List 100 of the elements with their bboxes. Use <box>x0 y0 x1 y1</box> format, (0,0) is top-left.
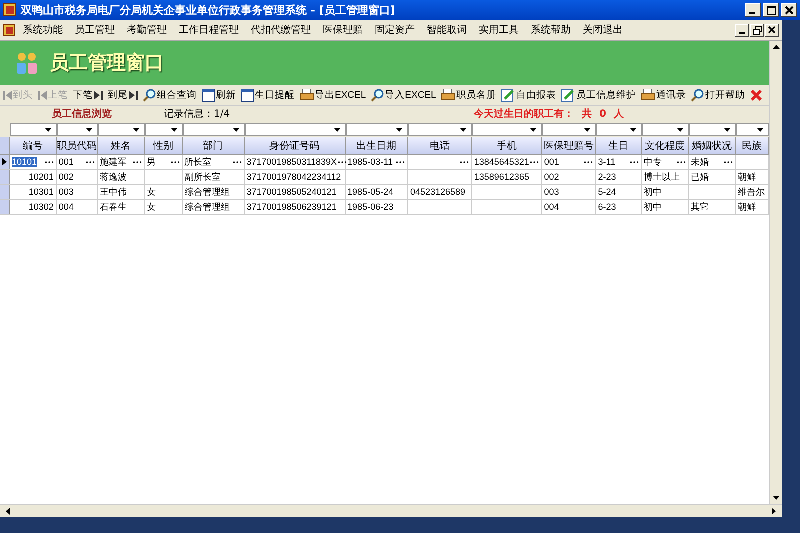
filter-dropdown[interactable] <box>56 123 98 136</box>
toolbar-button[interactable]: 下笔 <box>72 88 104 102</box>
table-cell: 10101 <box>12 157 38 167</box>
table-cell: 371700198505240121 <box>246 187 337 197</box>
scroll-left-icon <box>6 508 10 514</box>
ellipsis-icon[interactable] <box>132 160 142 164</box>
toolbar-button[interactable]: 刷新 <box>201 88 237 102</box>
filter-dropdown[interactable] <box>144 123 183 136</box>
dropdown-arrow-icon <box>232 128 240 132</box>
filter-dropdown[interactable] <box>10 123 57 136</box>
table-cell: 371700198506239121 <box>246 202 337 212</box>
toolbar-button[interactable]: 到尾 <box>107 88 139 102</box>
column-header[interactable]: 出生日期 <box>346 137 408 154</box>
horizontal-scrollbar[interactable] <box>0 504 782 517</box>
menu-item[interactable]: 实用工具 <box>475 23 527 37</box>
ellipsis-icon[interactable] <box>530 160 540 164</box>
table-cell: 10201 <box>28 172 54 182</box>
ellipsis-icon[interactable] <box>677 160 686 164</box>
column-header[interactable]: 身份证号码 <box>244 137 346 154</box>
scroll-right-icon <box>772 508 776 514</box>
table-cell: 女 <box>146 200 156 214</box>
vertical-scrollbar[interactable] <box>769 41 782 504</box>
ellipsis-icon[interactable] <box>170 160 180 164</box>
table-cell: 未婚 <box>691 156 710 168</box>
printer-icon <box>300 88 314 102</box>
filter-dropdown[interactable] <box>689 123 736 136</box>
document-edit-icon <box>501 88 516 102</box>
table-cell: 蒋逸波 <box>100 170 127 184</box>
table-cell: 1985-06-23 <box>348 202 394 212</box>
dropdown-arrow-icon <box>44 128 52 132</box>
toolbar-button[interactable]: 职员名册 <box>440 88 498 102</box>
first-record-icon <box>3 90 12 100</box>
filter-dropdown[interactable] <box>736 123 769 136</box>
menu-item[interactable]: 医保理赔 <box>319 23 371 37</box>
dropdown-arrow-icon <box>170 128 178 132</box>
filter-dropdown[interactable] <box>596 123 642 136</box>
filter-dropdown[interactable] <box>642 123 690 136</box>
close-icon[interactable] <box>751 90 762 100</box>
menu-item[interactable]: 员工管理 <box>71 23 123 37</box>
toolbar-button[interactable]: 导入EXCEL <box>370 88 438 102</box>
filter-dropdown[interactable] <box>98 123 145 136</box>
column-header[interactable]: 性别 <box>144 137 183 154</box>
column-header[interactable]: 文化程度 <box>642 137 690 154</box>
toolbar-button[interactable]: 生日提醒 <box>240 88 296 102</box>
ellipsis-icon[interactable] <box>44 160 54 164</box>
toolbar-button[interactable]: 导出EXCEL <box>299 88 368 102</box>
toolbar-button[interactable]: 打开帮助 <box>690 88 746 102</box>
maximize-button[interactable] <box>763 3 779 17</box>
column-header[interactable]: 婚姻状况 <box>689 137 736 154</box>
ellipsis-icon[interactable] <box>630 160 640 164</box>
menu-item[interactable]: 代扣代缴管理 <box>247 23 319 37</box>
menu-item[interactable]: 工作日程管理 <box>175 23 247 37</box>
table-cell: 002 <box>544 172 560 182</box>
column-header[interactable]: 手机 <box>472 137 542 154</box>
dropdown-arrow-icon <box>630 128 638 132</box>
column-header[interactable]: 医保理赔号 <box>542 137 596 154</box>
ellipsis-icon[interactable] <box>232 160 242 164</box>
toolbar-button[interactable]: 自由报表 <box>500 88 558 102</box>
dropdown-arrow-icon <box>132 128 140 132</box>
minimize-button[interactable] <box>745 3 761 17</box>
table-cell: 13589612365 <box>474 172 530 182</box>
ellipsis-icon[interactable] <box>86 160 95 164</box>
dropdown-arrow-icon <box>677 128 684 132</box>
scroll-down-icon <box>772 496 780 500</box>
toolbar-button[interactable]: 组合查询 <box>142 88 198 102</box>
column-header[interactable]: 生日 <box>596 137 642 154</box>
toolbar-button[interactable]: 通讯录 <box>640 88 688 102</box>
table-cell: 003 <box>544 187 560 197</box>
column-header[interactable]: 编号 <box>10 137 57 154</box>
row-indicator[interactable] <box>0 155 10 169</box>
menu-item[interactable]: 系统帮助 <box>527 23 579 37</box>
menu-item[interactable]: 智能取词 <box>423 23 475 37</box>
menu-item[interactable]: 考勤管理 <box>123 23 175 37</box>
table-cell: 施建军 <box>100 156 127 168</box>
close-button[interactable] <box>781 3 797 17</box>
minimize-button[interactable] <box>735 24 749 36</box>
table-cell: 1985-03-11 <box>348 157 393 167</box>
column-header[interactable]: 职员代码 <box>56 137 98 154</box>
table-cell: 综合管理组 <box>184 186 230 198</box>
column-header[interactable]: 电话 <box>408 137 472 154</box>
toolbar-button[interactable]: 员工信息维护 <box>560 88 638 102</box>
menu-item[interactable]: 系统功能 <box>19 23 71 37</box>
table-cell: 副所长室 <box>184 170 221 184</box>
table-cell: 6-23 <box>598 202 616 212</box>
menu-item[interactable]: 固定资产 <box>371 23 423 37</box>
people-icon <box>16 51 38 75</box>
ellipsis-icon[interactable] <box>396 160 406 164</box>
ellipsis-icon[interactable] <box>724 160 734 164</box>
ellipsis-icon[interactable] <box>584 160 594 164</box>
menu-item[interactable]: 关闭退出 <box>579 23 631 37</box>
close-icon <box>784 6 794 14</box>
column-header[interactable]: 部门 <box>182 137 245 154</box>
ellipsis-icon[interactable] <box>460 160 470 164</box>
table-cell: 朝鲜 <box>738 200 756 214</box>
table-cell: 003 <box>58 187 74 197</box>
restore-button[interactable] <box>750 24 764 36</box>
ellipsis-icon[interactable] <box>338 160 348 164</box>
dropdown-arrow-icon <box>584 128 592 132</box>
close-button[interactable] <box>765 24 779 36</box>
column-header[interactable]: 姓名 <box>98 137 145 154</box>
